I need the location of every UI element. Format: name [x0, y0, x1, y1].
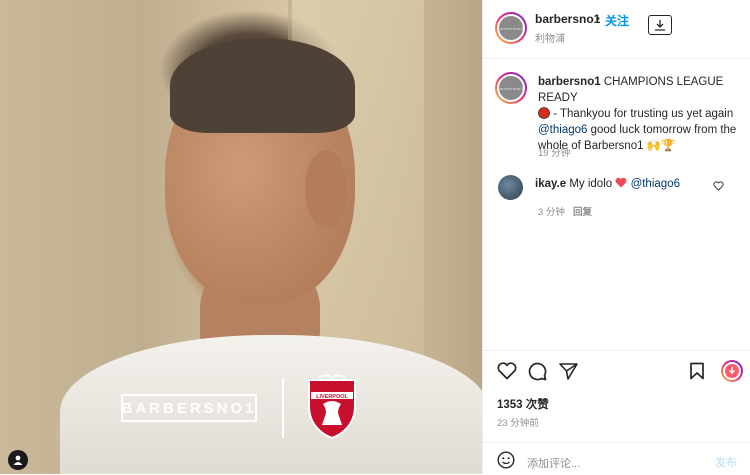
comment-time: 3 分钟 — [538, 207, 565, 218]
emoji-icon[interactable] — [497, 451, 515, 469]
caption-time: 19 分钟 — [538, 148, 571, 159]
caption-text-2: - Thankyou for trusting us yet again — [550, 108, 734, 120]
red-heart-icon — [615, 177, 627, 188]
post-sidebar: barbersno1 barbersno1 • 关注 利物浦 barbersno… — [482, 0, 750, 474]
photo-ear — [305, 150, 347, 228]
post-date: 23 分钟前 — [497, 418, 539, 429]
like-icon[interactable] — [497, 362, 517, 380]
caption-emoji: 🙌🏆 — [646, 140, 676, 152]
download-button[interactable] — [648, 15, 672, 35]
crest-label: LIVERPOOL — [316, 394, 348, 400]
like-count[interactable]: 1353 次赞 — [497, 396, 549, 412]
location-label[interactable]: 利物浦 — [535, 30, 565, 45]
download-icon — [655, 20, 665, 31]
barbersno1-logo: BARBERSNO1 — [121, 394, 257, 422]
save-to-app-icon[interactable] — [721, 360, 743, 382]
photo-hair — [170, 38, 355, 133]
header-dot: • — [596, 13, 600, 25]
bookmark-icon[interactable] — [689, 362, 705, 380]
commenter-avatar[interactable] — [498, 175, 523, 200]
comment-body: My idolo — [569, 178, 613, 190]
like-comment-icon[interactable] — [713, 181, 724, 191]
caption-username[interactable]: barbersno1 — [538, 76, 601, 88]
avatar-image: barbersno1 — [498, 16, 523, 40]
author-avatar[interactable]: barbersno1 — [495, 12, 527, 44]
comment-text: ikay.e My idolo @thiago6 — [535, 177, 680, 190]
share-icon[interactable] — [559, 362, 578, 380]
comment-mention[interactable]: @thiago6 — [631, 178, 680, 190]
reply-button[interactable]: 回复 — [573, 204, 592, 218]
instagram-post: BARBERSNO1 LIVERPOOL barbersno1 barbersn… — [0, 0, 750, 474]
comment-icon[interactable] — [528, 362, 547, 381]
liverpool-crest-icon: LIVERPOOL — [308, 374, 356, 440]
logo-divider — [282, 378, 284, 438]
post-caption: barbersno1 CHAMPIONS LEAGUE READY - Than… — [538, 74, 743, 154]
follow-button[interactable]: 关注 — [605, 12, 629, 29]
post-photo[interactable]: BARBERSNO1 LIVERPOOL — [0, 0, 482, 474]
post-header: barbersno1 barbersno1 • 关注 利物浦 — [483, 0, 750, 59]
comment-input[interactable]: 添加评论... — [527, 455, 580, 471]
tagged-users-icon[interactable] — [8, 450, 28, 470]
caption-avatar-image: barbersno1 — [498, 76, 523, 100]
comment-username[interactable]: ikay.e — [535, 178, 566, 190]
caption-mention[interactable]: @thiago6 — [538, 124, 587, 136]
red-circle-icon — [538, 107, 550, 119]
author-username[interactable]: barbersno1 — [535, 12, 600, 26]
caption-avatar[interactable]: barbersno1 — [495, 72, 527, 104]
post-comment-button[interactable]: 发布 — [715, 454, 737, 470]
add-comment-bar: 添加评论... 发布 — [483, 442, 750, 475]
